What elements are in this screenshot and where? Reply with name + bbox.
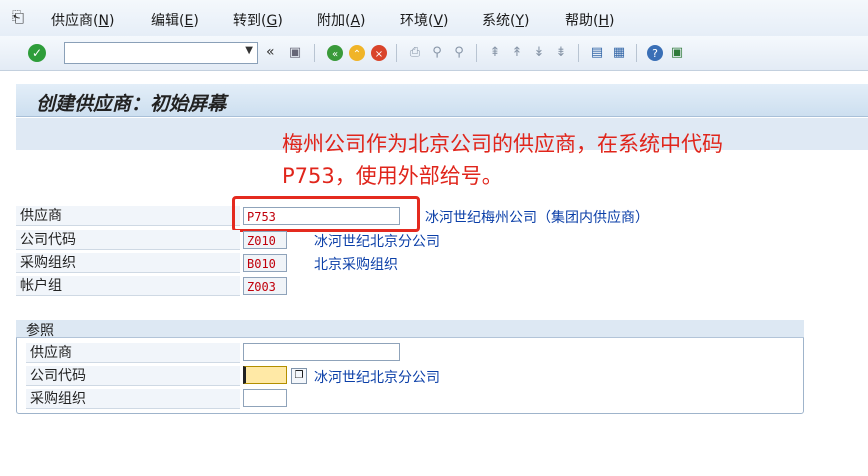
menu-key: G [266, 13, 278, 29]
customize-layout-icon[interactable]: ▣ [668, 44, 686, 62]
menu-glyph-icon[interactable]: ⎗ [12, 8, 24, 26]
reference-group-header [16, 320, 804, 338]
cancel-icon[interactable]: × [370, 44, 388, 62]
svg-text:×: × [375, 49, 383, 60]
menu-label: 附加( [317, 13, 351, 29]
back-icon[interactable]: « [326, 44, 344, 62]
menu-close: ) [443, 13, 449, 29]
menu-goto[interactable]: 转到(G) [233, 10, 283, 30]
svg-text:«: « [332, 49, 338, 60]
page-title: 创建供应商：初始屏幕 [36, 93, 227, 115]
menu-label: 帮助( [565, 13, 599, 29]
save-icon[interactable]: ▣ [286, 44, 304, 62]
annotation-line-2: P753，使用外部给号。 [282, 164, 503, 188]
ref-company-code-label: 公司代码 [26, 366, 240, 386]
menu-vendor[interactable]: 供应商(N) [51, 10, 114, 30]
toolbar-separator [578, 44, 579, 62]
purchasing-org-label: 采购组织 [16, 253, 240, 273]
account-group-label: 帐户组 [16, 276, 240, 296]
next-page-icon[interactable]: ↡ [530, 44, 548, 62]
toolbar-separator [636, 44, 637, 62]
menu-close: ) [277, 13, 283, 29]
toolbar-separator [314, 44, 315, 62]
menu-key: V [433, 13, 444, 29]
menu-label: 系统( [482, 13, 516, 29]
menu-key: N [98, 13, 109, 29]
find-icon[interactable]: ⚲ [428, 44, 446, 62]
screen-title-bar: 创建供应商：初始屏幕 [16, 84, 868, 117]
menu-label: 编辑( [151, 13, 185, 29]
help-icon[interactable]: ? [646, 44, 664, 62]
menu-close: ) [360, 13, 366, 29]
menu-key: Y [515, 13, 525, 29]
svg-text:⌃: ⌃ [353, 49, 361, 60]
exit-icon[interactable]: ⌃ [348, 44, 366, 62]
toolbar-separator [476, 44, 477, 62]
print-icon[interactable]: ⎙ [406, 44, 424, 62]
menu-label: 供应商( [51, 13, 99, 29]
annotation-highlight-box [232, 196, 420, 232]
annotation-line-1: 梅州公司作为北京公司的供应商，在系统中代码 [282, 132, 723, 156]
back-arrows-icon[interactable]: « [266, 44, 275, 60]
new-session-icon[interactable]: ▤ [588, 44, 606, 62]
company-code-description: 冰河世纪北京分公司 [314, 234, 440, 250]
shortcut-icon[interactable]: ▦ [610, 44, 628, 62]
find-next-icon[interactable]: ⚲ [450, 44, 468, 62]
toolbar-separator [396, 44, 397, 62]
menu-help[interactable]: 帮助(H) [565, 10, 614, 30]
ref-purchasing-org-input[interactable] [243, 389, 287, 407]
ref-company-code-input[interactable] [243, 366, 287, 384]
menu-environment[interactable]: 环境(V) [400, 10, 449, 30]
ref-purchasing-org-label: 采购组织 [26, 389, 240, 409]
menu-edit[interactable]: 编辑(E) [151, 10, 199, 30]
company-code-label: 公司代码 [16, 230, 240, 250]
menu-system[interactable]: 系统(Y) [482, 10, 530, 30]
ref-vendor-input[interactable] [243, 343, 400, 361]
vendor-description: 冰河世纪梅州公司（集团内供应商） [425, 210, 649, 226]
menu-close: ) [193, 13, 199, 29]
menu-close: ) [108, 13, 115, 29]
menu-close: ) [524, 13, 530, 29]
account-group-input[interactable]: Z003 [243, 277, 287, 295]
vendor-label: 供应商 [16, 206, 240, 226]
menu-label: 环境( [400, 13, 434, 29]
last-page-icon[interactable]: ⇟ [552, 44, 570, 62]
menu-key: A [350, 13, 361, 29]
command-field[interactable]: ▼ [64, 42, 258, 64]
previous-page-icon[interactable]: ↟ [508, 44, 526, 62]
menu-close: ) [609, 13, 615, 29]
company-code-input[interactable]: Z010 [243, 231, 287, 249]
enter-check-icon[interactable]: ✓ [28, 44, 46, 62]
menu-extras[interactable]: 附加(A) [317, 10, 366, 30]
menu-key: H [598, 13, 609, 29]
ref-vendor-label: 供应商 [26, 343, 240, 363]
first-page-icon[interactable]: ⇞ [486, 44, 504, 62]
value-help-icon[interactable]: ❐ [291, 368, 307, 384]
svg-text:?: ? [652, 47, 658, 60]
menu-label: 转到( [233, 13, 267, 29]
ref-company-code-description: 冰河世纪北京分公司 [314, 370, 440, 386]
purchasing-org-description: 北京采购组织 [314, 257, 398, 273]
chevron-down-icon[interactable]: ▼ [245, 45, 253, 56]
purchasing-org-input[interactable]: B010 [243, 254, 287, 272]
menu-bar: ⎗ 供应商(N) 编辑(E) 转到(G) 附加(A) 环境(V) 系统(Y) 帮… [0, 0, 868, 37]
menu-key: E [184, 13, 194, 29]
reference-group-title: 参照 [26, 323, 54, 339]
